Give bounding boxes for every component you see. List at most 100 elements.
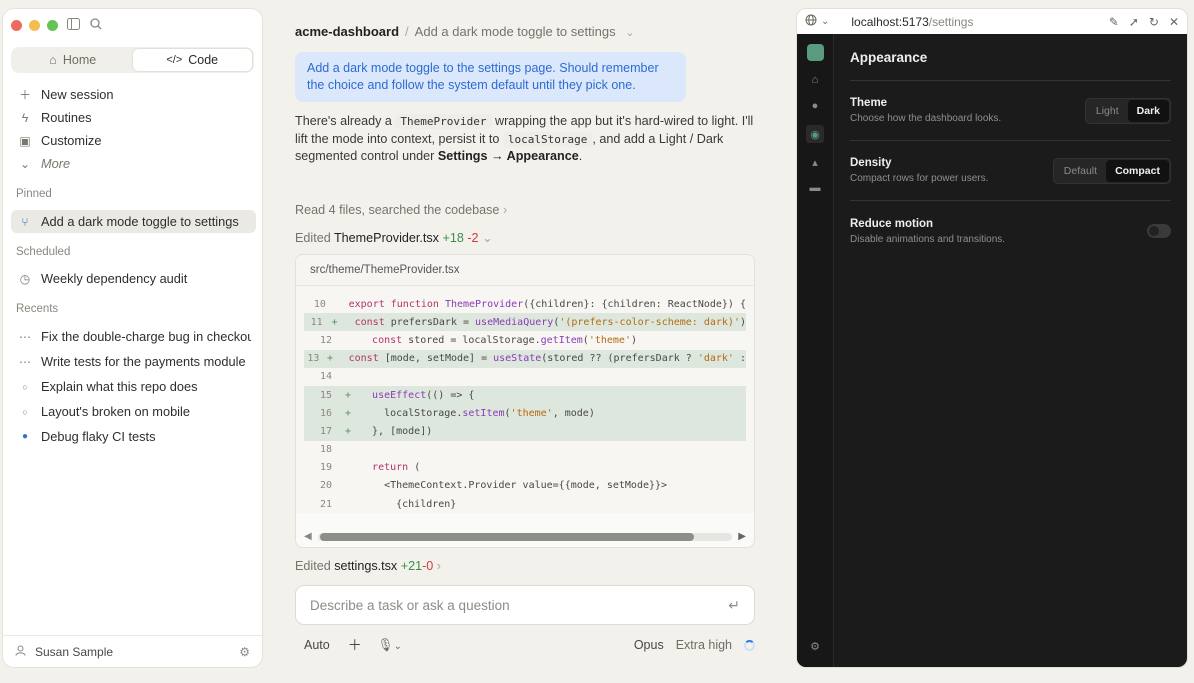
sidebar: ⌂ Home </> Code ＋ New session ϟ Routines… [2,8,263,668]
dots-icon: ⋯ [19,354,31,369]
pinned-item[interactable]: ⑂ Add a dark mode toggle to settings [11,210,256,233]
theme-light-option[interactable]: Light [1087,100,1128,122]
theme-dark-option[interactable]: Dark [1127,99,1169,122]
routines-button[interactable]: ϟ Routines [11,106,256,129]
read-files-step[interactable]: Read 4 files, searched the codebase › [295,203,507,217]
task-title[interactable]: Add a dark mode toggle to settings [415,24,616,39]
plus-icon: ＋ [19,88,32,102]
minimize-window-button[interactable] [29,20,40,31]
code-line: 19 return ( [319,462,421,474]
theme-setting: Theme Choose how the dashboard looks. Li… [850,81,1171,141]
gear-icon[interactable]: ⚙ [239,645,250,659]
code-line-added: 16 + localStorage.setItem('theme', mode) [304,404,746,423]
more-button[interactable]: ⌄ More [11,152,256,175]
model-selector[interactable]: Opus [634,638,664,652]
reduce-motion-setting: Reduce motion Disable animations and tra… [850,201,1171,261]
loading-spinner-icon [744,639,755,651]
reduce-motion-toggle[interactable] [1147,224,1171,238]
palette-icon[interactable]: ◉ [806,125,824,143]
window-controls [11,20,58,31]
customize-icon: ▣ [19,133,31,148]
code-line-added: 17 + }, [mode]) [304,422,746,441]
enter-icon[interactable]: ↵ [728,597,740,614]
scroll-right-icon[interactable]: ▶ [738,531,746,542]
pointer-icon[interactable]: ➚ [1129,15,1139,29]
code-line: 20 <ThemeContext.Provider value={{mode, … [319,480,668,492]
home-code-switch: ⌂ Home </> Code [11,47,254,73]
scrollbar-thumb[interactable] [320,533,694,541]
edit-step-themeprovider[interactable]: Edited ThemeProvider.tsx +18 -2 ⌄ [295,230,493,245]
code-line-added: 11 + const prefersDark = useMediaQuery('(… [304,313,746,332]
inline-code: localStorage [502,131,593,147]
recent-item[interactable]: ○ Explain what this repo does [11,374,256,399]
app-sidebar: ⌂ ● ◉ ▴ ▬ ⚙ [797,34,834,667]
code-line: 10 export function ThemeProvider({childr… [313,298,746,310]
composer: ↵ [295,585,755,625]
gear-icon[interactable]: ⚙ [808,639,822,653]
card-icon[interactable]: ▬ [808,181,822,195]
code-line: 14 [319,371,332,383]
url-text[interactable]: localhost:5173/settings [837,15,973,29]
globe-icon[interactable] [805,14,817,29]
user-icon[interactable]: ● [808,99,822,113]
home-icon[interactable]: ⌂ [808,73,822,87]
diff-viewer: src/theme/ThemeProvider.tsx 10 export fu… [295,254,755,548]
recent-item[interactable]: ⋯ Fix the double-charge bug in checkout [11,324,256,349]
browser-preview: ⌄ localhost:5173/settings ✎ ➚ ↻ ✕ ⌂ ● ◉ … [796,8,1188,668]
preview-app: ⌂ ● ◉ ▴ ▬ ⚙ Appearance Theme Choose how … [797,34,1187,667]
blue-dot-icon: ● [21,431,29,442]
branch-icon: ⑂ [21,214,29,229]
edit-icon[interactable]: ✎ [1109,15,1119,29]
maximize-window-button[interactable] [47,20,58,31]
mode-selector[interactable]: Auto [304,638,330,652]
chevron-down-icon[interactable]: ⌄ [821,16,829,27]
tab-code[interactable]: </> Code [132,49,252,71]
circle-icon: ○ [22,381,28,392]
tab-home[interactable]: ⌂ Home [13,49,133,71]
app-logo-icon[interactable] [806,44,824,61]
chevron-right-icon: › [502,203,508,217]
horizontal-scrollbar[interactable]: ◀ ▶ [304,531,746,543]
code-line: 21 {children} [319,498,457,510]
microphone-icon[interactable]: 🎙︎⌄ [378,638,402,653]
new-session-button[interactable]: ＋ New session [11,83,256,106]
recent-item[interactable]: ● Debug flaky CI tests [11,424,256,449]
add-icon[interactable]: ＋ [348,635,362,655]
close-icon[interactable]: ✕ [1169,15,1179,29]
dots-icon: ⋯ [19,329,31,344]
recent-item[interactable]: ○ Layout's broken on mobile [11,399,256,424]
panel-title: Appearance [850,50,1171,81]
prompt-input[interactable] [310,597,729,613]
user-message: Add a dark mode toggle to the settings p… [295,52,686,102]
inline-code: ThemeProvider [395,114,492,129]
appearance-panel: Appearance Theme Choose how the dashboar… [834,34,1187,667]
code-icon: </> [166,54,183,66]
sidebar-toggle-icon[interactable] [67,18,80,33]
clock-icon: ◷ [19,271,31,286]
code-line: 18 [319,444,332,456]
density-compact-option[interactable]: Compact [1106,159,1169,182]
bell-icon[interactable]: ▴ [808,155,822,169]
code-line-added: 13 + const [mode, setMode] = useState(sto… [304,349,746,368]
edit-step-settings[interactable]: Edited settings.tsx +21-0 › [295,559,441,573]
code-line: 12 const stored = localStorage.getItem('… [319,334,638,346]
project-name[interactable]: acme-dashboard [295,24,399,39]
scroll-left-icon[interactable]: ◀ [304,531,312,542]
search-icon[interactable] [90,18,102,33]
effort-selector[interactable]: Extra high [676,638,732,652]
chevron-down-icon[interactable]: ⌄ [625,27,634,39]
scheduled-item[interactable]: ◷ Weekly dependency audit [11,267,256,290]
routines-icon: ϟ [21,110,29,125]
theme-segmented-control: Light Dark [1084,97,1171,124]
sidebar-footer: Susan Sample ⚙ [3,635,262,667]
scheduled-label: Scheduled [16,246,71,258]
density-segmented-control: Default Compact [1052,157,1171,184]
user-name[interactable]: Susan Sample [35,645,113,659]
reload-icon[interactable]: ↻ [1149,15,1159,29]
customize-button[interactable]: ▣ Customize [11,129,256,152]
composer-toolbar: Auto ＋ 🎙︎⌄ Opus Extra high [295,636,755,654]
density-default-option[interactable]: Default [1055,160,1106,182]
close-window-button[interactable] [11,20,22,31]
recent-item[interactable]: ⋯ Write tests for the payments module [11,349,256,374]
chevron-down-icon: ⌄ [482,231,493,245]
